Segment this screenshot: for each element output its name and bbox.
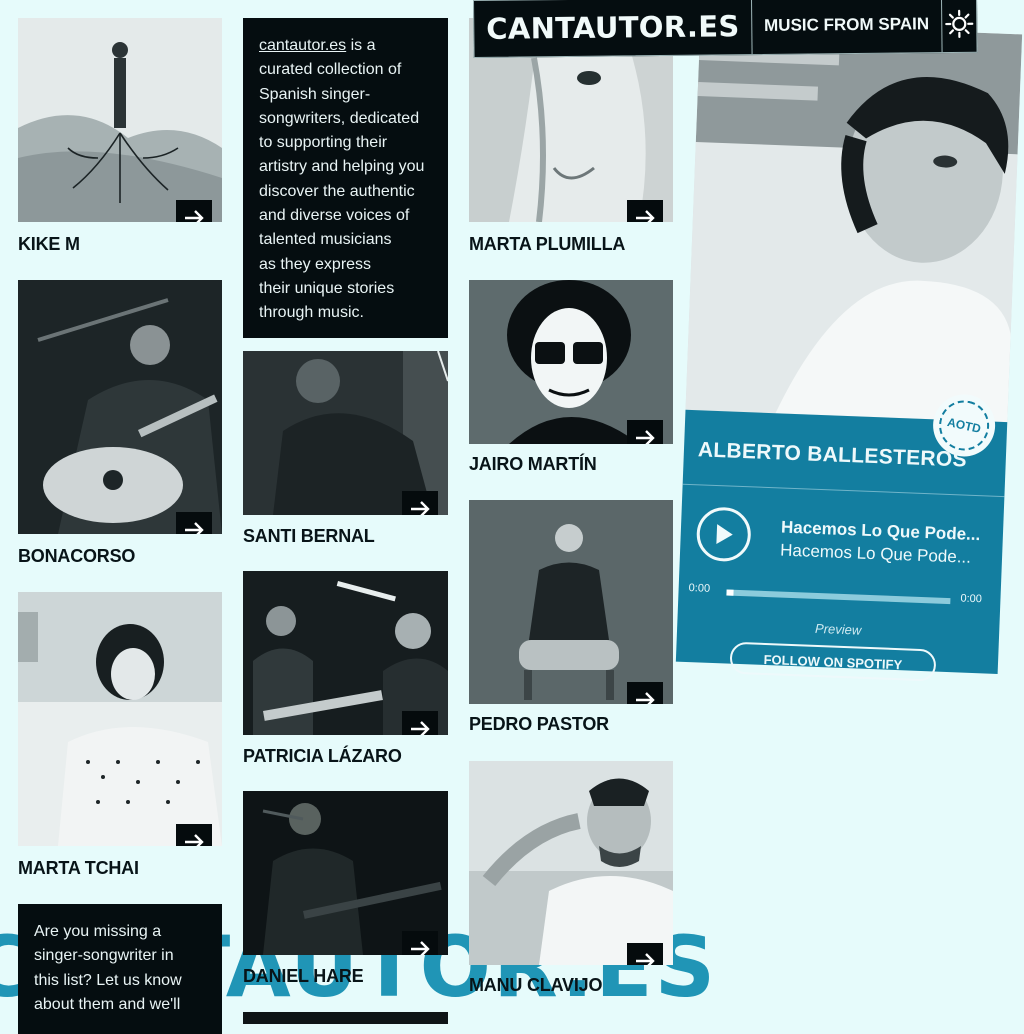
track-subtitle: Hacemos Lo Que Pode... bbox=[779, 540, 972, 567]
open-artist-button[interactable] bbox=[627, 943, 663, 965]
intro-line: to supporting their bbox=[259, 134, 388, 152]
intro-line: songwriters, dedicated bbox=[259, 109, 420, 127]
arrow-right-icon bbox=[636, 692, 655, 704]
intro-line: through music. bbox=[259, 304, 364, 322]
featured-panel: AOTD ALBERTO BALLESTEROS Hacemos Lo Que … bbox=[675, 388, 1008, 682]
intro-line: as they express bbox=[259, 255, 372, 273]
artist-name[interactable]: KIKE M bbox=[18, 234, 80, 255]
intro-line: Spanish singer- bbox=[259, 85, 371, 103]
open-artist-button[interactable] bbox=[176, 824, 212, 846]
arrow-right-icon bbox=[185, 834, 204, 846]
arrow-right-icon bbox=[185, 210, 204, 222]
aotd-badge-label: AOTD bbox=[934, 395, 994, 456]
arrow-right-icon bbox=[636, 430, 655, 444]
progress-bar[interactable] bbox=[726, 589, 951, 605]
artist-name[interactable]: PATRICIA LÁZARO bbox=[243, 746, 402, 767]
artist-card-pedro-pastor[interactable]: PEDRO PASTOR bbox=[469, 500, 673, 740]
play-button[interactable] bbox=[695, 506, 752, 563]
artist-name[interactable]: BONACORSO bbox=[18, 546, 135, 567]
artist-name[interactable]: MANU CLAVIJO bbox=[469, 975, 602, 996]
site-header: CANTAUTOR.ES MUSIC FROM SPAIN bbox=[473, 0, 978, 58]
open-artist-button[interactable] bbox=[402, 931, 438, 955]
artist-name[interactable]: MARTA PLUMILLA bbox=[469, 234, 625, 255]
time-elapsed: 0:00 bbox=[688, 582, 711, 595]
open-artist-button[interactable] bbox=[402, 711, 438, 735]
artist-photo bbox=[18, 592, 222, 846]
artist-name[interactable]: SANTI BERNAL bbox=[243, 526, 375, 547]
intro-box: cantautor.es is a curated collection of … bbox=[243, 18, 448, 338]
arrow-right-icon bbox=[636, 953, 655, 965]
intro-line: discover the authentic bbox=[259, 182, 415, 200]
panel-divider bbox=[682, 483, 1005, 498]
intro-line: curated collection of bbox=[259, 61, 402, 79]
intro-line: and diverse voices of bbox=[259, 207, 410, 225]
artist-photo bbox=[469, 500, 673, 704]
artist-photo bbox=[469, 280, 673, 444]
artist-photo bbox=[243, 571, 448, 735]
sun-icon bbox=[944, 9, 974, 39]
artist-photo bbox=[18, 280, 222, 534]
artist-name[interactable]: PEDRO PASTOR bbox=[469, 714, 609, 735]
artist-photo bbox=[243, 351, 448, 515]
artist-of-the-day-card: AOTD ALBERTO BALLESTEROS Hacemos Lo Que … bbox=[675, 22, 1023, 682]
play-icon bbox=[716, 524, 733, 545]
arrow-right-icon bbox=[411, 501, 430, 515]
featured-artist-photo bbox=[685, 22, 1023, 423]
missing-line: singer-songwriter in bbox=[34, 947, 174, 965]
open-artist-button[interactable] bbox=[176, 200, 212, 222]
intro-line: their unique stories bbox=[259, 279, 395, 297]
featured-artist-name[interactable]: ALBERTO BALLESTEROS bbox=[698, 438, 968, 472]
missing-artist-box: Are you missing a singer-songwriter in t… bbox=[18, 904, 222, 1034]
time-total: 0:00 bbox=[960, 592, 983, 606]
open-artist-button[interactable] bbox=[627, 682, 663, 704]
artist-card-bonacorso[interactable]: BONACORSO bbox=[18, 280, 222, 570]
artist-photo bbox=[18, 18, 222, 222]
artist-photo bbox=[469, 761, 673, 965]
artist-card-marta-tchai[interactable]: MARTA TCHAI bbox=[18, 592, 222, 882]
theme-toggle-button[interactable] bbox=[941, 0, 976, 52]
intro-line: artistry and helping you bbox=[259, 158, 425, 176]
artist-card-daniel-hare[interactable]: DANIEL HARE bbox=[243, 791, 448, 991]
artist-name[interactable]: DANIEL HARE bbox=[243, 966, 364, 987]
arrow-right-icon bbox=[636, 210, 655, 222]
open-artist-button[interactable] bbox=[627, 200, 663, 222]
arrow-right-icon bbox=[411, 721, 430, 735]
missing-line: about them and we'll bbox=[34, 995, 181, 1013]
artist-card-santi-bernal[interactable]: SANTI BERNAL bbox=[243, 351, 448, 551]
open-artist-button[interactable] bbox=[627, 420, 663, 444]
progress-fill bbox=[726, 589, 734, 596]
site-tagline[interactable]: MUSIC FROM SPAIN bbox=[752, 14, 941, 36]
intro-line: talented musicians bbox=[259, 231, 392, 249]
artist-photo bbox=[243, 791, 448, 955]
site-link[interactable]: cantautor.es bbox=[259, 37, 346, 54]
open-artist-button[interactable] bbox=[402, 491, 438, 515]
site-logo[interactable]: CANTAUTOR.ES bbox=[474, 9, 752, 46]
artist-name[interactable]: JAIRO MARTÍN bbox=[469, 454, 597, 475]
arrow-right-icon bbox=[411, 941, 430, 955]
artist-photo-partial bbox=[243, 1012, 448, 1024]
artist-name[interactable]: MARTA TCHAI bbox=[18, 858, 139, 879]
intro-line: is a bbox=[350, 37, 376, 54]
artist-card-manu-clavijo[interactable]: MANU CLAVIJO bbox=[469, 761, 673, 1001]
artist-card-kike-m[interactable]: KIKE M bbox=[18, 18, 222, 258]
missing-line: Are you missing a bbox=[34, 923, 162, 940]
artist-card-patricia-lazaro[interactable]: PATRICIA LÁZARO bbox=[243, 571, 448, 771]
artist-card-jairo-martin[interactable]: JAIRO MARTÍN bbox=[469, 280, 673, 480]
preview-label: Preview bbox=[814, 620, 862, 638]
open-artist-button[interactable] bbox=[176, 512, 212, 534]
arrow-right-icon bbox=[185, 522, 204, 534]
missing-line: this list? Let us know bbox=[34, 971, 182, 989]
follow-on-spotify-button[interactable]: FOLLOW ON SPOTIFY bbox=[729, 641, 937, 682]
